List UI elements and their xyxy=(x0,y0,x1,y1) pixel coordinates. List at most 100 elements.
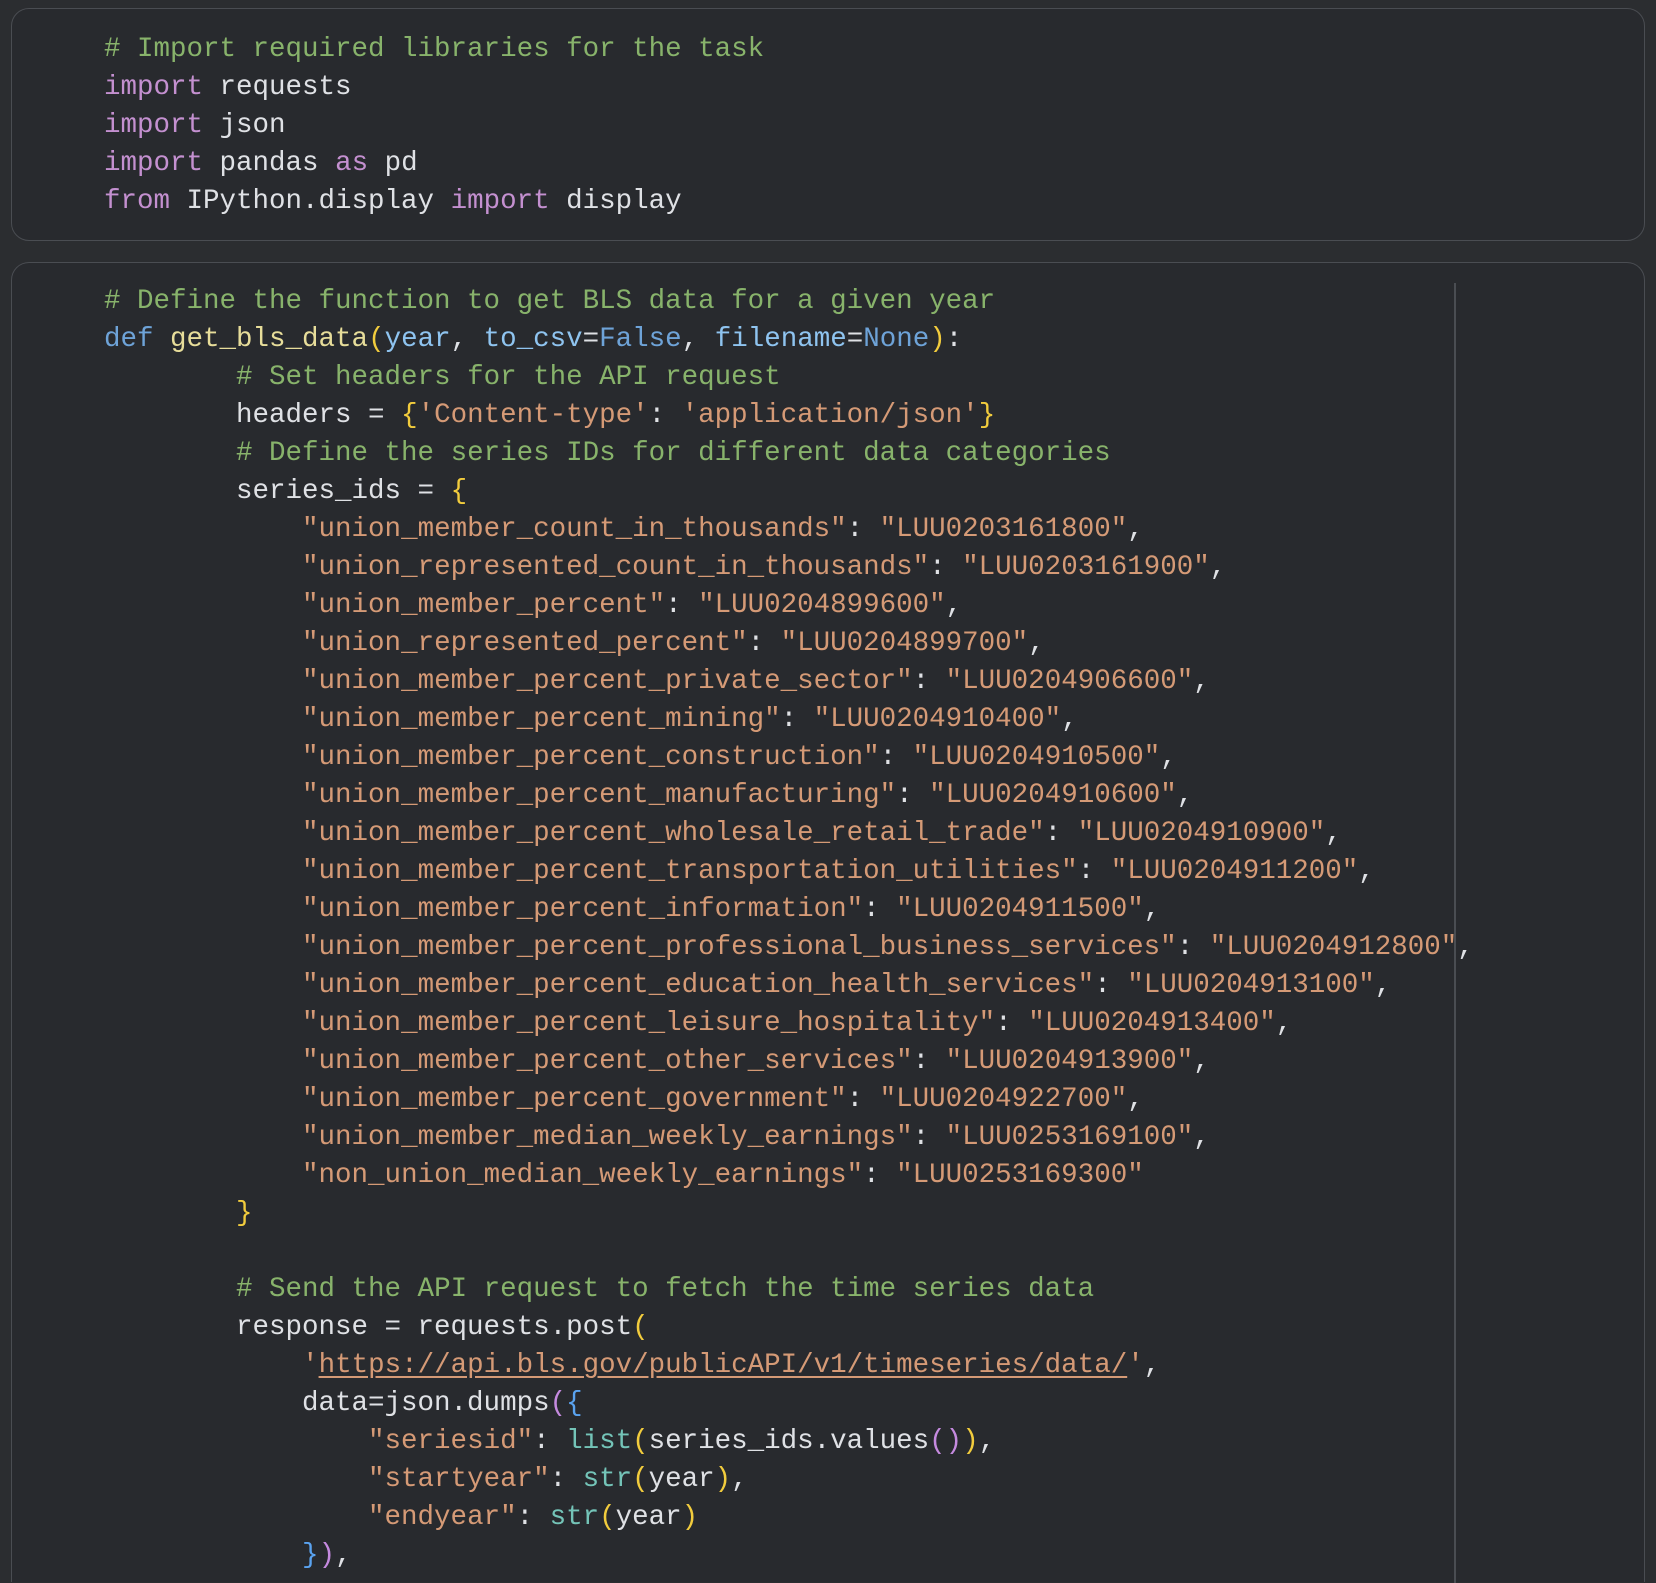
code-token: "LUU0204911500" xyxy=(896,894,1144,925)
code-token: : xyxy=(863,894,897,925)
code-token: "LUU0204910900" xyxy=(1077,818,1326,849)
code-token: : xyxy=(747,628,781,659)
code-token: "union_member_percent_professional_busin… xyxy=(302,932,1177,963)
code-token: ( xyxy=(632,1312,649,1343)
code-token: ( xyxy=(632,1464,649,1495)
code-token: , xyxy=(1127,1084,1144,1115)
code-token: : xyxy=(648,400,682,431)
code-token: , xyxy=(681,324,715,355)
code-token: "union_represented_percent" xyxy=(302,628,748,659)
code-token: import xyxy=(450,186,550,217)
code-line: 'https://api.bls.gov/publicAPI/v1/timese… xyxy=(104,1347,1474,1385)
code-token: ' xyxy=(1127,1350,1144,1381)
code-line: headers = {'Content-type': 'application/… xyxy=(104,397,1474,435)
code-token: "union_member_percent" xyxy=(302,590,666,621)
code-line: response = requests.post( xyxy=(104,1309,1474,1347)
code-token: : xyxy=(846,1084,880,1115)
code-line: # Define the function to get BLS data fo… xyxy=(104,283,1474,321)
code-line: "union_member_percent_information": "LUU… xyxy=(104,891,1474,929)
code-token: () xyxy=(929,1426,963,1457)
code-token: False xyxy=(599,324,682,355)
code-token: , xyxy=(1193,1122,1210,1153)
code-token: "union_member_percent_wholesale_retail_t… xyxy=(302,818,1045,849)
code-token: ( xyxy=(549,1388,567,1419)
code-line: "union_member_percent_leisure_hospitalit… xyxy=(104,1005,1474,1043)
code-comment: # Import required libraries for the task xyxy=(104,34,765,65)
code-line: "union_member_percent_government": "LUU0… xyxy=(104,1081,1474,1119)
code-line: "seriesid": list(series_ids.values()), xyxy=(104,1423,1474,1461)
code-token: "union_member_percent_education_health_s… xyxy=(302,970,1095,1001)
code-token: "LUU0204906600" xyxy=(945,666,1194,697)
code-line: "startyear": str(year), xyxy=(104,1461,1474,1499)
code-token: = xyxy=(846,324,864,355)
code-token: "LUU0204922700" xyxy=(879,1084,1128,1115)
code-token: None xyxy=(863,324,930,355)
code-line: "union_member_percent": "LUU0204899600", xyxy=(104,587,1474,625)
code-token: , xyxy=(1176,780,1194,811)
code-token: display xyxy=(549,186,682,217)
code-token: "union_member_percent_information" xyxy=(302,894,864,925)
code-token: , xyxy=(1143,894,1161,925)
code-token: import xyxy=(104,148,204,179)
code-token: : xyxy=(1176,932,1210,963)
code-token: : xyxy=(995,1008,1029,1039)
code-token: "LUU0253169100" xyxy=(945,1122,1194,1153)
code-line: "union_represented_count_in_thousands": … xyxy=(104,549,1474,587)
code-token: "LUU0204913400" xyxy=(1028,1008,1276,1039)
code-token: : xyxy=(945,324,963,355)
code-token: : xyxy=(1044,818,1078,849)
code-line: "union_member_percent_wholesale_retail_t… xyxy=(104,815,1474,853)
code-token: : xyxy=(863,1160,897,1191)
code-token: "LUU0204913100" xyxy=(1127,970,1375,1001)
code-token: : xyxy=(846,514,880,545)
code-line: import json xyxy=(104,107,764,145)
code-token: "startyear" xyxy=(368,1464,550,1495)
code-token: , xyxy=(945,590,963,621)
code-token: https://api.bls.gov/publicAPI/v1/timeser… xyxy=(318,1350,1128,1381)
code-token: , xyxy=(1358,856,1375,887)
code-token: "union_member_percent_manufacturing" xyxy=(302,780,897,811)
code-token: : xyxy=(1077,856,1111,887)
code-token: ) xyxy=(318,1540,336,1571)
code-token: series_ids.values xyxy=(648,1426,930,1457)
code-editor-import-cell[interactable]: # Import required libraries for the task… xyxy=(104,31,764,221)
import-cell[interactable]: # Import required libraries for the task… xyxy=(11,8,1645,241)
code-token: "LUU0204912800" xyxy=(1209,932,1458,963)
code-line: "endyear": str(year) xyxy=(104,1499,1474,1537)
code-editor-function-cell[interactable]: # Define the function to get BLS data fo… xyxy=(104,283,1474,1575)
code-token: 'Content-type' xyxy=(417,400,649,431)
code-token: "union_member_percent_leisure_hospitalit… xyxy=(302,1008,996,1039)
code-line: series_ids = { xyxy=(104,473,1474,511)
code-token: "union_member_percent_construction" xyxy=(302,742,880,773)
code-line: }), xyxy=(104,1537,1474,1575)
code-token: headers = xyxy=(104,400,402,431)
code-token: { xyxy=(566,1388,583,1419)
code-token: requests xyxy=(203,72,352,103)
code-line: "union_member_percent_mining": "LUU02049… xyxy=(104,701,1474,739)
code-token: : xyxy=(549,1464,583,1495)
code-token: "LUU0204899600" xyxy=(698,590,946,621)
code-token: , xyxy=(1209,552,1227,583)
code-token: , xyxy=(731,1464,748,1495)
code-comment: # Define the function to get BLS data fo… xyxy=(104,286,996,317)
code-token: IPython.display xyxy=(170,186,451,217)
function-cell[interactable]: # Define the function to get BLS data fo… xyxy=(11,262,1645,1583)
code-line: "union_member_percent_other_services": "… xyxy=(104,1043,1474,1081)
